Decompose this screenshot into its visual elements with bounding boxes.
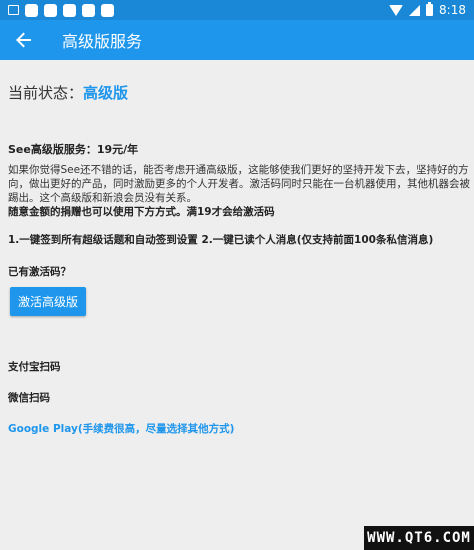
notification-icon xyxy=(25,3,38,17)
google-play-link[interactable]: Google Play(手续费很高，尽量选择其他方式) xyxy=(8,421,470,436)
notification-icons xyxy=(8,3,114,17)
notification-icon xyxy=(63,3,76,17)
price-info: See高级版服务：19元/年 xyxy=(8,143,139,156)
notification-icon xyxy=(101,3,114,17)
page-title: 高级版服务 xyxy=(62,32,143,51)
clock: 8:18 xyxy=(439,3,466,17)
status-value: 高级版 xyxy=(83,84,129,102)
description-text: 如果你觉得See还不错的话，能否考虑开通高级版，这能够使我们更好的坚持开发下去，… xyxy=(8,164,470,204)
has-code-label: 已有激活码？ xyxy=(8,266,71,278)
feature-list: 1.一键签到所有超级话题和自动签到设置 2.一键已读个人消息(仅支持前面100条… xyxy=(8,234,434,246)
notification-icon xyxy=(44,3,57,17)
status-bar: 8:18 xyxy=(0,0,474,20)
arrow-left-icon xyxy=(16,32,31,48)
battery-icon xyxy=(426,2,434,16)
signal-icon xyxy=(409,4,421,16)
back-button[interactable] xyxy=(0,20,48,60)
system-icons: 8:18 xyxy=(389,2,466,17)
activate-premium-button[interactable]: 激活高级版 xyxy=(10,287,87,316)
current-status: 当前状态：高级版 xyxy=(8,82,470,103)
app-bar: 高级版服务 xyxy=(0,20,474,60)
main-content: 当前状态：高级版 See高级版服务：19元/年 如果你觉得See还不错的话，能否… xyxy=(8,60,470,436)
donation-note: 随意金额的捐赠也可以使用下方方式。满19才会给激活码 xyxy=(8,206,275,218)
notification-icon xyxy=(82,3,95,17)
wifi-icon xyxy=(389,4,404,16)
image-icon xyxy=(8,5,19,15)
alipay-scan[interactable]: 支付宝扫码 xyxy=(8,359,470,374)
watermark: WWW.QT6.COM xyxy=(364,526,474,550)
wechat-scan[interactable]: 微信扫码 xyxy=(8,390,470,405)
status-label: 当前状态： xyxy=(8,84,84,102)
